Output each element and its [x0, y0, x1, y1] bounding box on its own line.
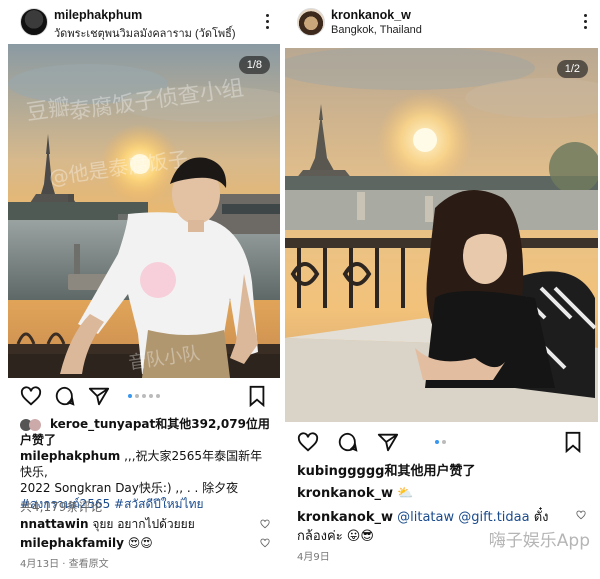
carousel-dots	[128, 394, 160, 398]
comment-username[interactable]: kronkanok_w	[297, 510, 393, 525]
photo-image	[8, 44, 280, 378]
liker-avatars	[20, 418, 50, 431]
comment-mention[interactable]: @gift.tidaa	[454, 510, 529, 525]
avatar[interactable]	[20, 8, 48, 36]
slide-counter: 1/8	[238, 56, 270, 74]
post-photo[interactable]: 1/2	[285, 48, 598, 422]
see-translation-link[interactable]: · 查看原文	[62, 559, 108, 570]
username[interactable]: kronkanok_w	[331, 8, 411, 22]
comment-icon[interactable]	[337, 431, 359, 453]
slide-counter: 1/2	[556, 60, 588, 78]
comment-icon[interactable]	[54, 385, 76, 407]
caption-text: ⛅	[393, 486, 414, 501]
liker-username[interactable]: keroe_tunyapat	[50, 417, 155, 431]
caption: kronkanok_w ⛅	[297, 486, 592, 502]
location[interactable]: วัดพระเชตุพนวิมลมังคลาราม (วัดโพธิ์)	[54, 24, 236, 42]
comment: nnattawin จุยย อยากไปด้วยยย	[20, 516, 274, 532]
comment-like-icon[interactable]	[260, 538, 270, 548]
action-bar	[285, 428, 598, 458]
comment: milephakfamily 😍😍	[20, 535, 274, 551]
comment-text: 😍😍	[123, 536, 153, 550]
post-header: milephakphum วัดพระเชตุพนวิมลมังคลาราม (…	[8, 0, 280, 44]
photo-image	[285, 48, 598, 422]
comment-like-icon[interactable]	[576, 510, 586, 520]
app-watermark: 嗨子娱乐App	[488, 531, 590, 551]
username[interactable]: milephakphum	[54, 8, 142, 22]
carousel-dots	[435, 440, 446, 444]
more-icon[interactable]	[582, 14, 588, 30]
comment-username[interactable]: milephakfamily	[20, 536, 124, 550]
bookmark-icon[interactable]	[562, 431, 584, 453]
share-icon[interactable]	[377, 431, 399, 453]
action-bar	[8, 382, 280, 412]
caption-username[interactable]: milephakphum	[20, 449, 120, 463]
likes-count-cont: 户赞了	[20, 433, 57, 447]
heart-icon[interactable]	[297, 431, 319, 453]
right-post: kronkanok_w Bangkok, Thailand 1/2 kubing…	[285, 0, 598, 579]
comment-text-line2: กล้องค่ะ 😛😎	[297, 529, 374, 544]
share-icon[interactable]	[88, 385, 110, 407]
view-comments-link[interactable]: 共4,179条评论	[20, 499, 274, 515]
comment-username[interactable]: nnattawin	[20, 517, 89, 531]
liker-username[interactable]: kubinggggg	[297, 464, 384, 479]
left-post: milephakphum วัดพระเชตุพนวิมลมังคลาราม (…	[8, 0, 280, 579]
likes-line: keroe_tunyapat和其他392,079位用 户赞了	[20, 416, 274, 448]
caption-text-line2: 2022 Songkran Day快乐:) ,, . . 除夕夜	[20, 481, 239, 495]
comment-like-icon[interactable]	[260, 519, 270, 529]
post-date: 4月9日	[297, 552, 330, 563]
post-photo[interactable]: 1/8 豆瓣 泰腐饭子侦查小组 @他是泰腐饭子 音队小队	[8, 44, 280, 378]
likes-line: kubinggggg和其他用户赞了	[297, 464, 592, 480]
comment-text: ตั๋ง	[529, 510, 549, 525]
likes-count[interactable]: 和其他用户赞了	[384, 464, 475, 479]
comment-mention[interactable]: @litataw	[393, 510, 454, 525]
comment-text: จุยย อยากไปด้วยยย	[88, 517, 195, 531]
heart-icon[interactable]	[20, 385, 42, 407]
location[interactable]: Bangkok, Thailand	[331, 24, 422, 36]
post-header: kronkanok_w Bangkok, Thailand	[285, 0, 598, 44]
post-date: 4月13日 · 查看原文	[20, 557, 274, 573]
date-text: 4月13日	[20, 559, 60, 570]
caption-username[interactable]: kronkanok_w	[297, 486, 393, 501]
likes-count[interactable]: 和其他392,079位用	[155, 417, 270, 431]
bookmark-icon[interactable]	[246, 385, 268, 407]
more-icon[interactable]	[264, 14, 270, 30]
avatar[interactable]	[297, 8, 325, 36]
